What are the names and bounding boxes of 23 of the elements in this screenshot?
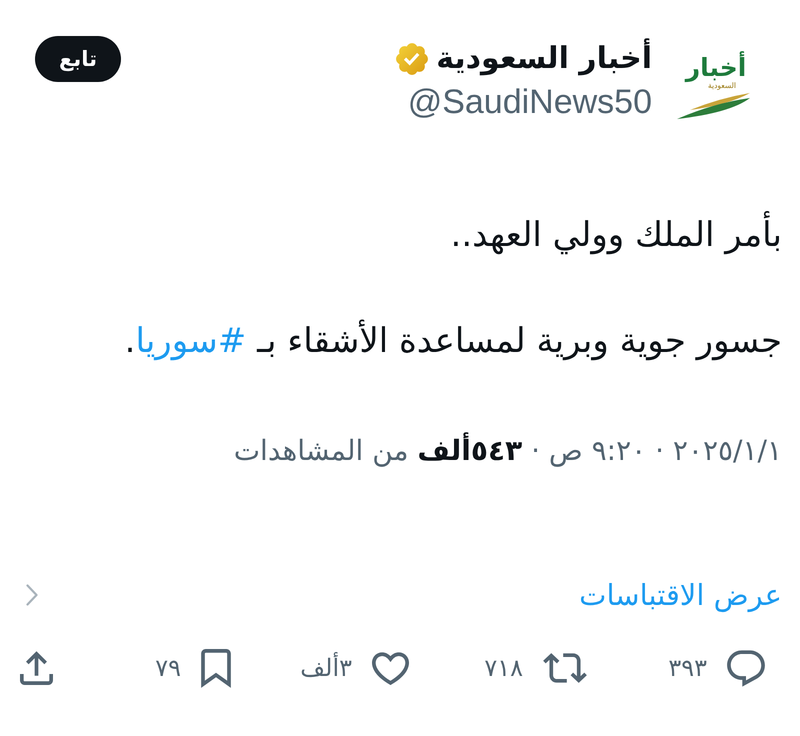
view-quotes-link[interactable]: عرض الاقتباسات: [579, 574, 782, 616]
share-button[interactable]: [20, 651, 53, 685]
bookmark-count: ٧٩: [155, 653, 181, 684]
repost-icon: [543, 653, 587, 683]
hashtag-link[interactable]: #سوريا: [135, 321, 246, 361]
bookmark-icon: [201, 648, 231, 688]
follow-button[interactable]: تابع: [35, 36, 122, 82]
heart-icon: [372, 652, 409, 684]
repost-button[interactable]: [543, 653, 587, 683]
chevron-right-icon: [26, 584, 38, 606]
account-name: أخبار السعودية: [436, 38, 652, 80]
reply-button[interactable]: [727, 650, 765, 686]
tweet-text: بأمر الملك وولي العهد..: [20, 208, 782, 262]
like-button[interactable]: [372, 652, 409, 684]
account-handle: @SaudiNews50: [408, 82, 652, 123]
reply-count: ٣٩٣: [668, 653, 707, 684]
like-count: ٣ألف: [300, 652, 352, 684]
tweet-text: جسور جوية وبرية لمساعدة الأشقاء بـ #سوريا.: [124, 318, 782, 363]
timestamp-and-views: ٢٠٢٥/١/١ · ٩:٢٠ ص · ٥٤٣ألف من المشاهدات: [232, 431, 782, 469]
reply-icon: [727, 650, 765, 686]
repost-count: ٧١٨: [484, 653, 523, 684]
bookmark-button[interactable]: [201, 648, 231, 688]
share-icon: [20, 651, 53, 685]
